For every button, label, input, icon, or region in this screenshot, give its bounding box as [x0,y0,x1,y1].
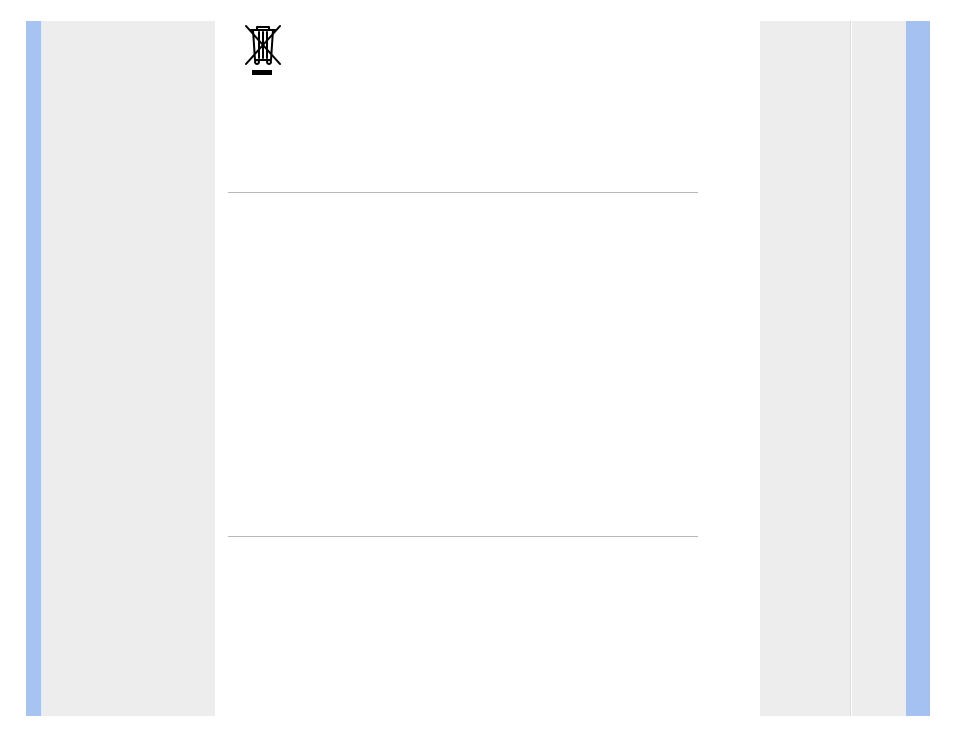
right-blue-margin [906,21,930,716]
main-content-area [215,21,760,716]
weee-crossed-out-bin-icon [243,24,283,83]
document-page [0,0,954,738]
right-column-divider [850,21,851,716]
left-gray-column [41,21,215,716]
left-blue-margin [26,21,41,716]
right-gray-column-1 [760,21,850,716]
right-gray-column-2 [852,21,906,716]
horizontal-rule-1 [228,192,698,193]
horizontal-rule-2 [228,536,698,537]
